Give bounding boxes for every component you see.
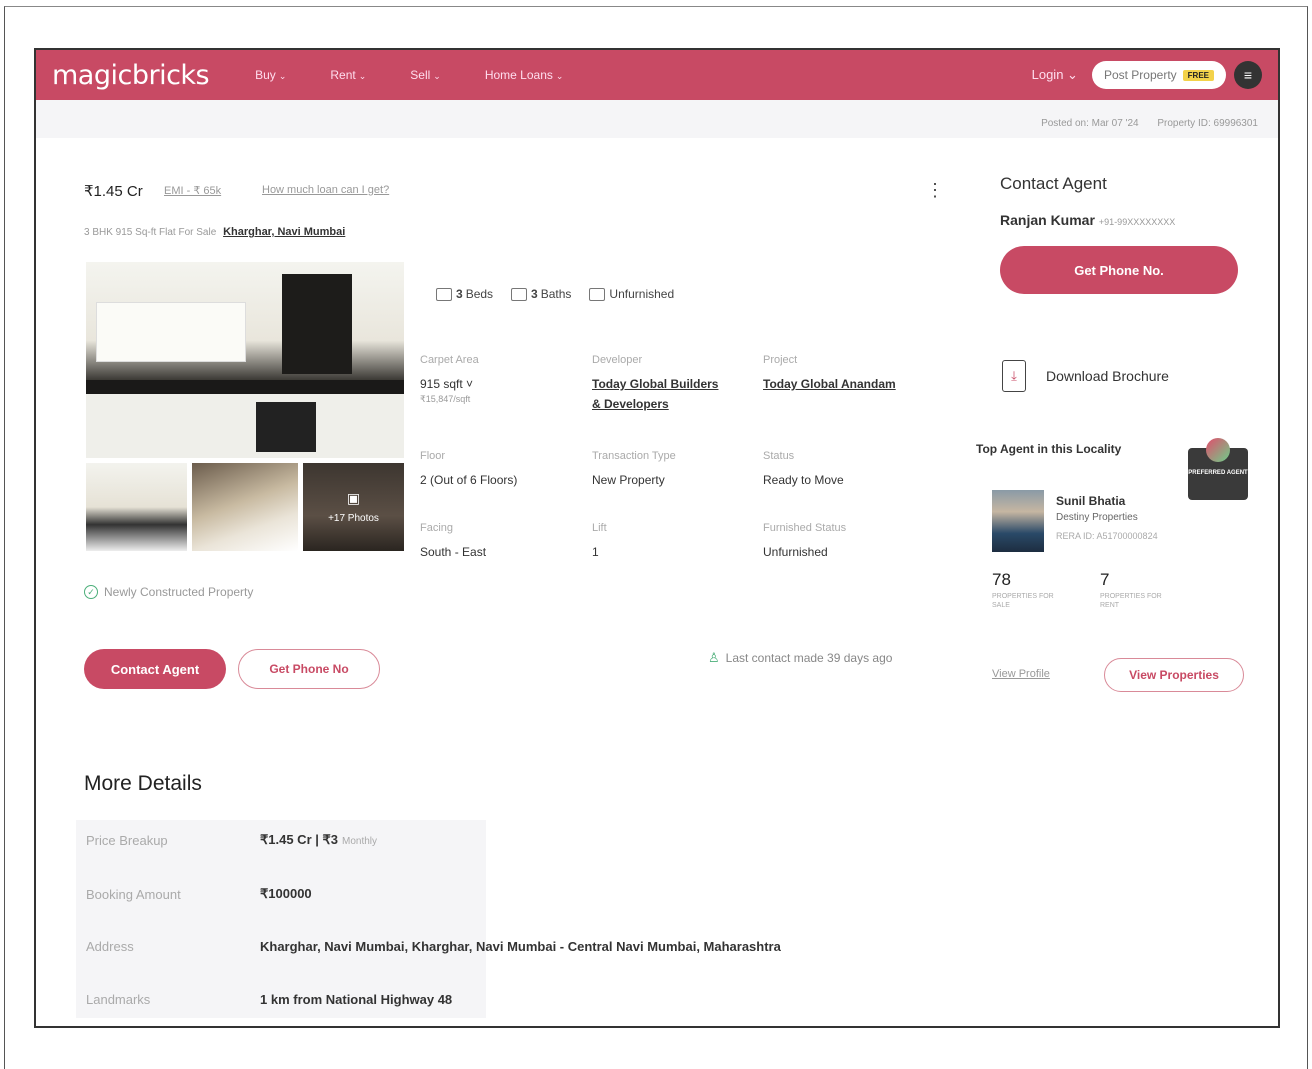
get-phone-number-button[interactable]: Get Phone No [238, 649, 380, 689]
spec-status: Status Ready to Move [763, 450, 844, 487]
agent-name: Ranjan Kumar +91-99XXXXXXXX [1000, 212, 1176, 228]
contact-agent-button[interactable]: Contact Agent [84, 649, 226, 689]
chevron-down-icon: ⌄ [358, 71, 367, 81]
top-agent-heading: Top Agent in this Locality [976, 442, 1122, 456]
top-agent-name: Sunil Bhatia [1056, 494, 1126, 508]
spec-facing: Facing South - East [420, 522, 487, 559]
loan-eligibility-link[interactable]: How much loan can I get? [262, 184, 389, 196]
posted-info: Posted on: Mar 07 '24 Property ID: 69996… [1025, 118, 1258, 129]
chevron-down-icon: ⌄ [278, 71, 287, 81]
amenities-row: 3 Beds 3 Baths Unfurnished [436, 287, 692, 301]
photo-thumbnail-living-room[interactable] [192, 463, 298, 551]
project-link[interactable]: Today Global Anandam [763, 374, 933, 394]
newly-constructed-tag: ✓ Newly Constructed Property [84, 585, 253, 599]
last-contact-info: ♙ Last contact made 39 days ago [708, 650, 893, 665]
nav-buy[interactable]: Buy ⌄ [255, 68, 286, 82]
spec-transaction-type: Transaction Type New Property [592, 450, 676, 487]
info-icon[interactable]: ˅ [463, 377, 473, 391]
download-icon: ⤓ [1002, 360, 1026, 392]
top-navigation-bar: magicbricks Buy ⌄ Rent ⌄ Sell ⌄ Home Loans ⌄… [36, 50, 1278, 100]
spec-floor: Floor 2 (Out of 6 Floors) [420, 450, 518, 487]
check-circle-icon: ✓ [84, 585, 98, 599]
image-icon: ▣ [346, 490, 361, 506]
post-property-button[interactable]: Post Property FREE [1091, 61, 1226, 89]
emi-link[interactable]: EMI - ₹ 65k [164, 184, 221, 197]
detail-booking-amount: Booking Amount ₹100000 [86, 886, 312, 902]
more-photos-label: +17 Photos [328, 513, 379, 524]
wardrobe-icon [589, 287, 606, 301]
free-badge: FREE [1182, 69, 1214, 81]
header-actions: Login ⌄ Post Property FREE ≡ [1032, 61, 1262, 89]
spec-project: Project Today Global Anandam [763, 354, 933, 394]
chevron-down-icon: ⌄ [433, 71, 441, 81]
main-nav: Buy ⌄ Rent ⌄ Sell ⌄ Home Loans ⌄ [233, 68, 585, 82]
view-properties-button[interactable]: View Properties [1104, 658, 1244, 692]
photo-thumbnail-kitchen[interactable] [86, 463, 187, 551]
developer-link[interactable]: Today Global Builders & Developers [592, 374, 762, 415]
top-agent-rera: RERA ID: A51700000824 [1056, 531, 1158, 541]
more-options-icon[interactable]: ⋮ [926, 180, 944, 201]
spec-lift: Lift 1 [592, 522, 607, 559]
nav-rent[interactable]: Rent ⌄ [330, 68, 366, 82]
nav-home-loans[interactable]: Home Loans ⌄ [485, 68, 564, 82]
properties-for-sale-stat: 78 PROPERTIES FOR SALE [992, 570, 1054, 610]
locality-link[interactable]: Kharghar, Navi Mumbai [223, 226, 345, 238]
hamburger-menu-icon[interactable]: ≡ [1234, 61, 1262, 89]
spec-developer: Developer Today Global Builders & Develop… [592, 354, 762, 415]
download-brochure-link[interactable]: ⤓ Download Brochure [1002, 360, 1169, 392]
posted-on: Posted on: Mar 07 '24 [1041, 118, 1139, 129]
detail-landmarks: Landmarks 1 km from National Highway 48 [86, 992, 453, 1007]
preferred-agent-badge: PREFERRED AGENT [1188, 438, 1248, 500]
more-photos-thumbnail[interactable]: ▣ +17 Photos [303, 463, 404, 551]
spec-furnished-status: Furnished Status Unfurnished [763, 522, 847, 559]
beds-amenity: 3 Beds [436, 287, 493, 301]
contact-agent-heading: Contact Agent [1000, 174, 1107, 193]
bed-icon [436, 287, 452, 301]
magicbricks-logo[interactable]: magicbricks [52, 60, 210, 91]
listing-meta-bar: Posted on: Mar 07 '24 Property ID: 69996… [36, 100, 1278, 138]
login-menu[interactable]: Login ⌄ [1032, 67, 1078, 83]
listing-title: 3 BHK 915 Sq-ft Flat For Sale Kharghar, … [84, 226, 346, 238]
agent-get-phone-button[interactable]: Get Phone No. [1000, 246, 1238, 294]
more-details-heading: More Details [84, 772, 202, 795]
person-icon: ♙ [708, 650, 720, 665]
spec-carpet-area: Carpet Area 915 sqft ˅ ₹15,847/sqft [420, 354, 479, 405]
furnishing-amenity: Unfurnished [589, 287, 674, 301]
top-agent-avatar [992, 490, 1044, 552]
baths-amenity: 3 Baths [511, 287, 571, 301]
chevron-down-icon: ⌄ [1067, 67, 1078, 82]
chevron-down-icon: ⌄ [555, 71, 564, 81]
properties-for-rent-stat: 7 PROPERTIES FOR RENT [1100, 570, 1162, 610]
main-property-photo[interactable] [86, 262, 404, 458]
property-id: Property ID: 69996301 [1157, 118, 1258, 129]
browser-page: magicbricks Buy ⌄ Rent ⌄ Sell ⌄ Home Loans ⌄… [34, 48, 1280, 1028]
detail-price-breakup: Price Breakup ₹1.45 Cr | ₹3 Monthly [86, 832, 378, 848]
detail-address: Address Kharghar, Navi Mumbai, Kharghar,… [86, 939, 781, 954]
listing-price: ₹1.45 Cr [84, 183, 143, 200]
nav-sell[interactable]: Sell ⌄ [410, 68, 441, 82]
details-highlight [76, 820, 486, 1018]
top-agent-company: Destiny Properties [1056, 512, 1138, 523]
bath-icon [511, 287, 528, 301]
agent-phone-masked: +91-99XXXXXXXX [1098, 217, 1176, 227]
view-profile-link[interactable]: View Profile [992, 668, 1050, 680]
